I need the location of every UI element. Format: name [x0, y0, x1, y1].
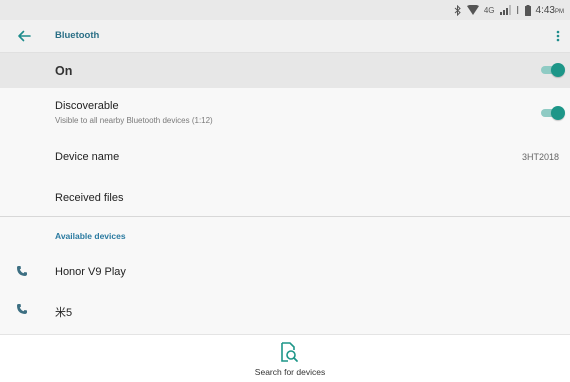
- section-divider: [0, 216, 570, 217]
- switch-thumb: [551, 63, 565, 77]
- discoverable-switch[interactable]: [541, 106, 565, 120]
- phone-icon: [15, 302, 29, 316]
- status-icons: 4G 4:43PM: [454, 0, 564, 20]
- phone-icon: [15, 264, 29, 278]
- bluetooth-toggle-row[interactable]: On: [0, 53, 570, 88]
- sim-icon: [516, 6, 518, 14]
- device-name: 米5: [55, 307, 73, 319]
- received-files-label: Received files: [55, 192, 124, 204]
- device-name-row[interactable]: Device name: [0, 136, 570, 176]
- bluetooth-toggle-label: On: [55, 64, 73, 78]
- bluetooth-switch[interactable]: [541, 63, 565, 77]
- status-ampm: PM: [555, 8, 564, 15]
- discoverable-row[interactable]: Discoverable Visible to all nearby Bluet…: [0, 88, 570, 136]
- device-name-label: Device name: [55, 151, 120, 163]
- more-vert-icon: [556, 30, 560, 42]
- arrow-back-icon: [18, 30, 31, 42]
- available-devices-header: Available devices: [55, 231, 126, 241]
- status-bar: 4G 4:43PM: [0, 0, 570, 20]
- wifi-icon: [466, 5, 479, 15]
- search-device-icon: [281, 342, 298, 362]
- received-files-row[interactable]: Received files: [0, 176, 570, 216]
- search-for-devices-button[interactable]: Search for devices: [245, 335, 335, 382]
- overflow-menu-button[interactable]: [550, 27, 566, 45]
- battery-icon: [524, 4, 531, 16]
- switch-thumb: [551, 106, 565, 120]
- app-bar: Bluetooth: [0, 20, 570, 53]
- bluetooth-icon: [454, 4, 461, 16]
- signal-icon: [499, 5, 511, 15]
- device-name-value: 3HT2018: [521, 152, 559, 162]
- back-button[interactable]: [14, 27, 34, 45]
- bottom-action-bar: Search for devices: [0, 334, 570, 382]
- search-for-devices-label: Search for devices: [254, 367, 326, 377]
- discoverable-subtitle: Visible to all nearby Bluetooth devices …: [55, 116, 213, 125]
- network-type: 4G: [483, 5, 495, 15]
- page-title: Bluetooth: [55, 30, 100, 41]
- discoverable-title: Discoverable: [55, 100, 119, 112]
- device-list-item[interactable]: Honor V9 Play: [0, 254, 570, 290]
- status-time: 4:43PM: [535, 4, 564, 16]
- device-name: Honor V9 Play: [55, 266, 126, 278]
- device-list-item[interactable]: 米5: [0, 292, 570, 328]
